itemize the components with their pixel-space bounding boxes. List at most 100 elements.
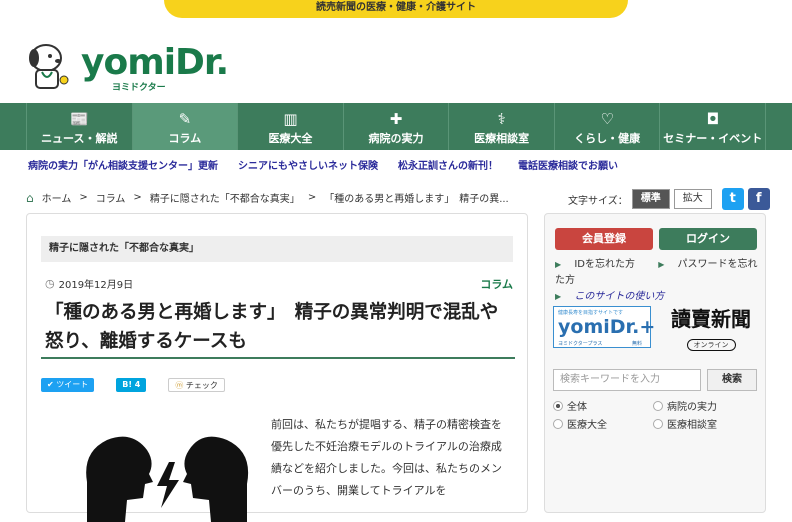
top-bar: 読売新聞の医療・健康・介護サイト bbox=[0, 0, 792, 18]
heart-icon: ♡ bbox=[600, 110, 614, 128]
podium-icon: ◘ bbox=[706, 110, 720, 128]
login-button[interactable]: ログイン bbox=[659, 228, 757, 250]
news-ticker: 病院の実力「がん相談支援センター」更新 シニアにもやさしいネット保険 松永正訓さ… bbox=[26, 150, 766, 178]
article-body: 前回は、私たちが提唱する、精子の精密検査を優先した不妊治療モデルのトライアルの治… bbox=[271, 418, 502, 497]
radio-label: 医療大全 bbox=[567, 420, 607, 431]
stethoscope-icon: ⚕ bbox=[497, 110, 506, 128]
twitter-bird-icon: ✔ bbox=[47, 380, 57, 389]
yomiuri-title: 讀賣新聞 bbox=[671, 307, 751, 331]
banner-wordmark: yomiDr.+ bbox=[558, 316, 656, 338]
breadcrumb-item[interactable]: コラム bbox=[96, 190, 126, 205]
facebook-icon[interactable]: f bbox=[747, 188, 770, 210]
category-tag[interactable]: コラム bbox=[480, 276, 513, 292]
forgot-id-link[interactable]: ▶ IDを忘れた方 bbox=[555, 259, 645, 270]
breadcrumb-current: 「種のある男と再婚します」 精子の異... bbox=[324, 194, 509, 205]
hatena-label: B! bbox=[122, 380, 132, 389]
nav-label: 病院の実力 bbox=[368, 132, 424, 145]
yomiuri-online-banner[interactable]: 讀賣新聞 オンライン bbox=[661, 306, 761, 351]
nav-label: 医療大全 bbox=[268, 132, 313, 145]
logo-subtitle: ヨミドクター bbox=[112, 83, 166, 93]
share-bar: ✔ ツイート B! 4 ⓜ チェック bbox=[41, 378, 225, 392]
news-link[interactable]: シニアにもやさしいネット保険 bbox=[238, 157, 378, 172]
tweet-button[interactable]: ✔ ツイート bbox=[41, 378, 95, 392]
breadcrumb-item[interactable]: 精子に隠された「不都合な真実」 bbox=[150, 190, 300, 205]
register-button[interactable]: 会員登録 bbox=[555, 228, 653, 250]
nav-label: 医療相談室 bbox=[474, 132, 530, 145]
triangle-icon: ▶ bbox=[658, 260, 665, 269]
link-text: IDを忘れた方 bbox=[574, 259, 635, 270]
scope-hospital[interactable]: 病院の実力 bbox=[653, 398, 753, 413]
mixi-check-button[interactable]: ⓜ チェック bbox=[168, 378, 225, 392]
yomidr-plus-banner[interactable]: 健康長寿を目指すサイトです yomiDr.+ ヨミドクタープラス 無料 bbox=[553, 306, 655, 348]
nav-encyclopedia[interactable]: ▥ 医療大全 bbox=[238, 103, 344, 150]
font-large-button[interactable]: 拡大 bbox=[673, 189, 712, 209]
nav-seminar[interactable]: ◘ セミナー・イベント bbox=[660, 103, 767, 150]
site-guide-link[interactable]: ▶ このサイトの使い方 bbox=[555, 291, 674, 302]
radio bbox=[653, 418, 663, 429]
nav-hospital[interactable]: ✚ 病院の実力 bbox=[344, 103, 450, 150]
nav-label: セミナー・イベント bbox=[663, 132, 763, 145]
hatena-count: 4 bbox=[134, 380, 141, 389]
sidebar: 会員登録 ログイン ▶ IDを忘れた方 ▶ パスワードを忘れた方 ▶ このサイト… bbox=[544, 213, 766, 513]
triangle-icon: ▶ bbox=[555, 260, 562, 269]
radio-selected bbox=[553, 400, 563, 411]
nav-label: コラム bbox=[168, 132, 202, 145]
scope-encyclopedia[interactable]: 医療大全 bbox=[553, 416, 653, 431]
main-nav: 📰 ニュース・解説 ✎ コラム ▥ 医療大全 ✚ 病院の実力 ⚕ 医療相談室 ♡ くらし・健… bbox=[0, 103, 792, 150]
link-text: このサイトの使い方 bbox=[574, 291, 665, 302]
mixi-icon: ⓜ bbox=[175, 381, 186, 390]
font-size-control: 文字サイズ： 標準 拡大 t f bbox=[568, 188, 770, 210]
nav-news[interactable]: 📰 ニュース・解説 bbox=[26, 103, 133, 150]
dog-mascot-icon bbox=[29, 44, 69, 89]
breadcrumb: ⌂ ホーム > コラム > 精子に隠された「不都合な真実」 > 「種のある男と再… bbox=[26, 190, 546, 206]
books-icon: ▥ bbox=[283, 110, 298, 128]
search-scope: 全体 病院の実力 医療大全 医療相談室 bbox=[553, 398, 763, 431]
newspaper-icon: 📰 bbox=[69, 110, 89, 128]
news-link[interactable]: 松永正訓さんの新刊！ bbox=[398, 157, 498, 172]
radio bbox=[553, 418, 563, 429]
hospital-icon: ✚ bbox=[389, 110, 403, 128]
triangle-icon: ▶ bbox=[555, 292, 562, 301]
banner-free: 無料 bbox=[632, 341, 643, 347]
radio-label: 医療相談室 bbox=[667, 420, 717, 431]
tweet-label: ツイート bbox=[56, 380, 89, 389]
nav-label: ニュース・解説 bbox=[41, 132, 118, 145]
title-underline bbox=[41, 357, 515, 359]
twitter-icon[interactable]: t bbox=[721, 188, 744, 210]
news-link[interactable]: 電話医療相談でお願い bbox=[518, 157, 618, 172]
scope-consult[interactable]: 医療相談室 bbox=[653, 416, 753, 431]
breadcrumb-separator: > bbox=[79, 192, 88, 203]
radio-label: 病院の実力 bbox=[667, 402, 717, 413]
home-icon: ⌂ bbox=[26, 190, 34, 205]
site-logo[interactable]: yomiDr. ヨミドクター bbox=[26, 40, 229, 94]
breadcrumb-home[interactable]: ホーム bbox=[42, 190, 72, 205]
breadcrumb-separator: > bbox=[133, 192, 142, 203]
check-label: チェック bbox=[185, 381, 218, 390]
radio-label: 全体 bbox=[567, 402, 587, 413]
article-date: ◷ 2019年12月9日 bbox=[45, 276, 133, 291]
search-button[interactable]: 検索 bbox=[707, 369, 757, 391]
nav-consult[interactable]: ⚕ 医療相談室 bbox=[449, 103, 555, 150]
account-links: ▶ IDを忘れた方 ▶ パスワードを忘れた方 ▶ このサイトの使い方 bbox=[555, 257, 765, 305]
date-text: 2019年12月9日 bbox=[58, 280, 134, 291]
nav-column[interactable]: ✎ コラム bbox=[132, 103, 239, 150]
scope-all[interactable]: 全体 bbox=[553, 398, 653, 413]
breadcrumb-separator: > bbox=[307, 192, 317, 203]
banner-subtitle: ヨミドクタープラス bbox=[558, 341, 603, 347]
news-link[interactable]: 病院の実力「がん相談支援センター」更新 bbox=[28, 157, 218, 172]
font-standard-button[interactable]: 標準 bbox=[631, 189, 670, 209]
banner-tagline: 健康長寿を目指すサイトです bbox=[558, 310, 624, 316]
search-input[interactable]: 検索キーワードを入力 bbox=[553, 369, 701, 391]
series-title[interactable]: 精子に隠された「不都合な真実」 bbox=[41, 236, 513, 262]
yomiuri-online: オンライン bbox=[686, 339, 736, 351]
clock-icon: ◷ bbox=[45, 277, 55, 290]
article-title: 「種のある男と再婚します」 精子の異常判明で混乱や怒り、離婚するケースも bbox=[45, 302, 499, 352]
article-panel: 精子に隠された「不都合な真実」 ◷ 2019年12月9日 コラム 「種のある男と… bbox=[26, 213, 528, 522]
logo-wordmark: yomiDr. bbox=[81, 42, 229, 83]
pen-icon: ✎ bbox=[178, 110, 192, 128]
font-size-label: 文字サイズ： bbox=[568, 195, 628, 207]
nav-label: くらし・健康 bbox=[574, 132, 641, 145]
couple-conflict-illustration bbox=[86, 436, 249, 522]
hatena-button[interactable]: B! 4 bbox=[116, 378, 147, 392]
nav-life[interactable]: ♡ くらし・健康 bbox=[555, 103, 661, 150]
